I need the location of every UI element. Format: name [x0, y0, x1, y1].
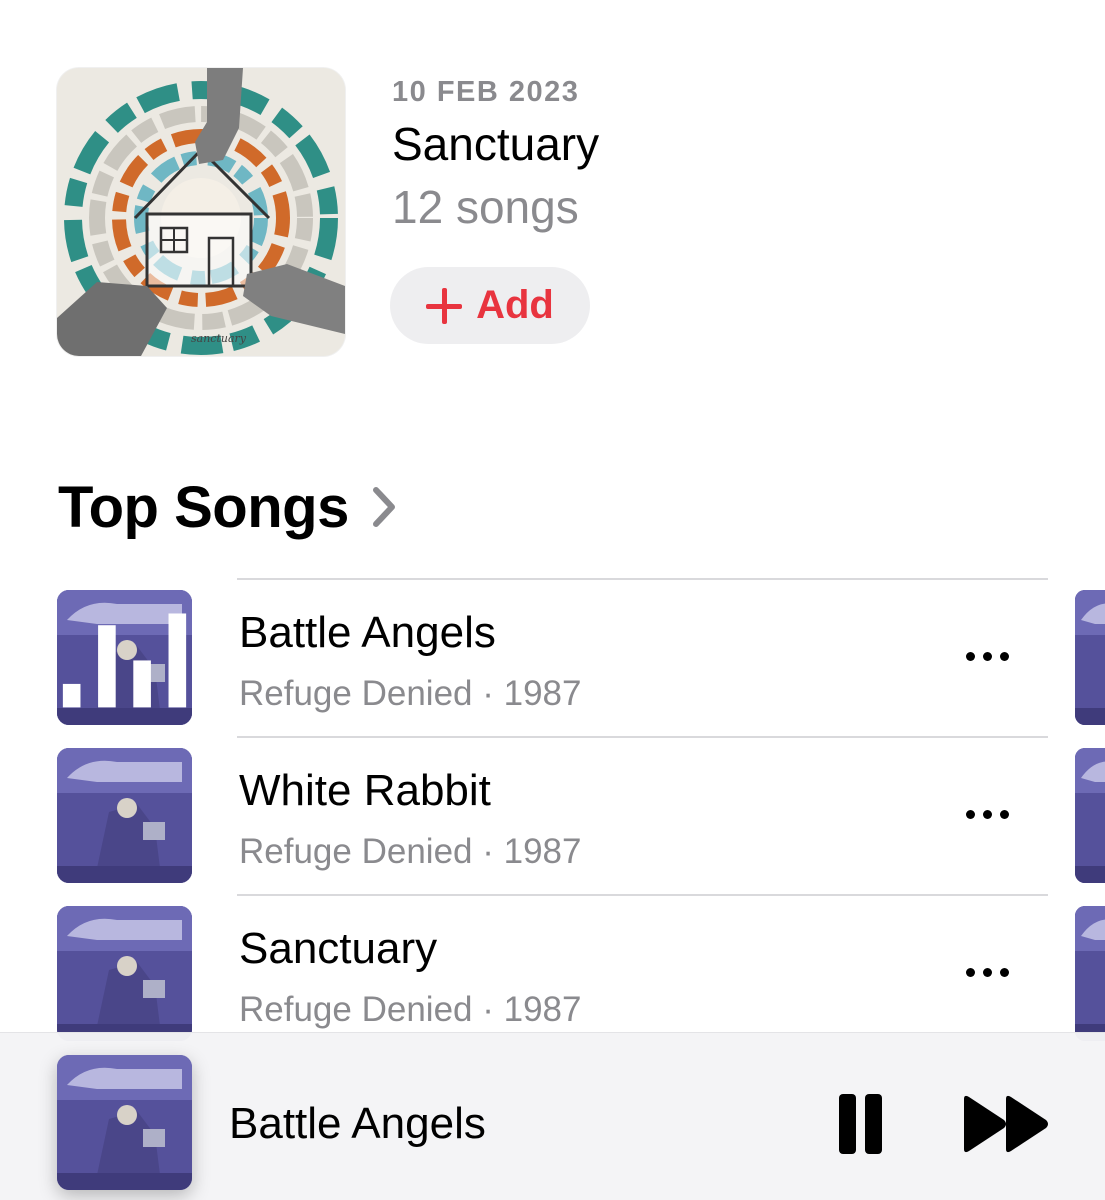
release-song-count: 12 songs — [392, 181, 579, 233]
next-column-artwork[interactable] — [1075, 906, 1105, 1041]
mini-player-artwork[interactable] — [57, 1055, 192, 1190]
mini-player-title[interactable]: Battle Angels — [229, 1099, 486, 1149]
song-subtitle: Refuge Denied · 1987 — [239, 832, 582, 871]
chevron-right-icon — [372, 487, 395, 527]
album-art-refuge-denied — [57, 748, 192, 883]
more-options-icon[interactable] — [950, 634, 1024, 678]
song-subtitle: Refuge Denied · 1987 — [239, 674, 582, 713]
section-title: Top Songs — [58, 474, 349, 540]
song-title: Sanctuary — [239, 924, 438, 973]
song-title: Battle Angels — [239, 608, 496, 657]
artwork-signature: sanctuary — [191, 332, 247, 345]
release-artwork-illustration: sanctuary — [57, 68, 345, 356]
release-title[interactable]: Sanctuary — [392, 117, 599, 171]
plus-icon — [426, 287, 463, 324]
mini-player[interactable]: Battle Angels — [0, 1032, 1105, 1200]
release-date: 10 FEB 2023 — [392, 76, 580, 108]
album-art-refuge-denied — [57, 906, 192, 1041]
album-art-refuge-denied — [57, 1055, 192, 1190]
add-button[interactable]: Add — [390, 267, 590, 344]
song-subtitle: Refuge Denied · 1987 — [239, 990, 582, 1029]
song-artwork — [57, 906, 192, 1041]
row-divider — [237, 578, 1048, 580]
more-options-icon[interactable] — [950, 792, 1024, 836]
pause-icon[interactable] — [830, 1091, 890, 1157]
song-artwork — [57, 748, 192, 883]
row-divider — [237, 894, 1048, 896]
top-songs-header[interactable]: Top Songs — [58, 472, 397, 542]
more-options-icon[interactable] — [950, 950, 1024, 994]
row-divider — [237, 736, 1048, 738]
next-column-artwork[interactable] — [1075, 590, 1105, 725]
now-playing-bars-icon — [57, 590, 192, 725]
song-title: White Rabbit — [239, 766, 491, 815]
song-artwork — [57, 590, 192, 725]
song-row[interactable]: Battle Angels Refuge Denied · 1987 — [0, 578, 1105, 736]
song-row[interactable]: White Rabbit Refuge Denied · 1987 — [0, 736, 1105, 894]
add-button-label: Add — [476, 283, 554, 327]
release-artwork[interactable]: sanctuary — [57, 68, 345, 356]
song-row[interactable]: Sanctuary Refuge Denied · 1987 — [0, 894, 1105, 1052]
next-column-artwork[interactable] — [1075, 748, 1105, 883]
skip-forward-icon[interactable] — [960, 1093, 1052, 1155]
